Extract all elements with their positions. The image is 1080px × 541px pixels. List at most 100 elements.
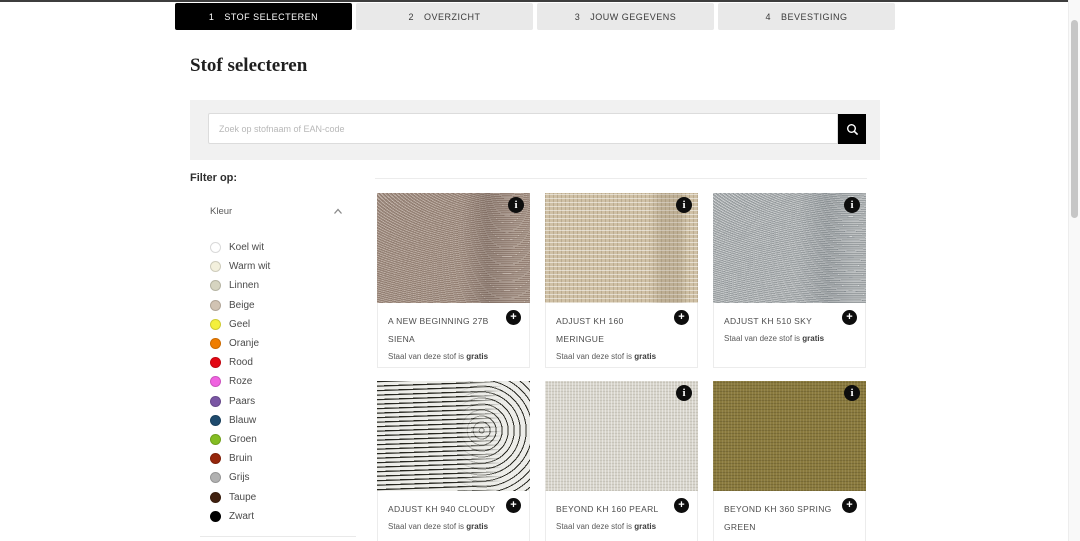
info-icon[interactable]: i — [844, 385, 860, 401]
filter-heading: Filter op: — [190, 172, 237, 184]
color-filter-roze[interactable]: Roze — [210, 372, 270, 391]
color-filter-geel[interactable]: Geel — [210, 315, 270, 334]
color-filter-taupe[interactable]: Taupe — [210, 487, 270, 506]
fabric-card: i ADJUST KH 940 CLOUDY Staal van deze st… — [377, 381, 530, 541]
card-body: BEYOND KH 360 SPRING GREEN Staal van dez… — [714, 491, 865, 541]
color-filter-bruin[interactable]: Bruin — [210, 449, 270, 468]
card-body: ADJUST KH 940 CLOUDY Staal van deze stof… — [378, 491, 529, 531]
add-sample-button[interactable]: + — [842, 498, 857, 513]
fabric-card: i A NEW BEGINNING 27B SIENA Staal van de… — [377, 193, 530, 368]
search-icon — [846, 123, 859, 136]
step-tab-overzicht[interactable]: 2 OVERZICHT — [356, 3, 533, 30]
search-button[interactable] — [838, 114, 866, 144]
color-filter-oranje[interactable]: Oranje — [210, 334, 270, 353]
color-swatch-icon — [210, 376, 221, 387]
color-swatch-icon — [210, 242, 221, 253]
color-filter-list: Koel wit Warm wit Linnen Beige Geel Oran… — [210, 238, 270, 526]
info-icon[interactable]: i — [508, 197, 524, 213]
add-sample-button[interactable]: + — [674, 498, 689, 513]
step-number: 3 — [575, 12, 581, 22]
step-label: JOUW GEGEVENS — [590, 12, 676, 22]
fabric-name: ADJUST KH 940 CLOUDY — [388, 500, 506, 518]
fabric-name: A NEW BEGINNING 27B SIENA — [388, 312, 506, 348]
color-swatch-icon — [210, 415, 221, 426]
color-filter-linnen[interactable]: Linnen — [210, 276, 270, 295]
card-body: A NEW BEGINNING 27B SIENA Staal van deze… — [378, 303, 529, 361]
color-filter-paars[interactable]: Paars — [210, 392, 270, 411]
color-swatch-icon — [210, 472, 221, 483]
fabric-card: i BEYOND KH 160 PEARL Staal van deze sto… — [545, 381, 698, 541]
info-icon[interactable]: i — [844, 197, 860, 213]
card-body: BEYOND KH 160 PEARL Staal van deze stof … — [546, 491, 697, 531]
search-input[interactable] — [208, 113, 838, 144]
fabric-swatch-image[interactable]: i — [545, 193, 698, 303]
fabric-grid: i A NEW BEGINNING 27B SIENA Staal van de… — [377, 193, 867, 541]
add-sample-button[interactable]: + — [506, 498, 521, 513]
color-swatch-icon — [210, 434, 221, 445]
fabric-card: i ADJUST KH 160 MERINGUE Staal van deze … — [545, 193, 698, 368]
color-swatch-icon — [210, 300, 221, 311]
color-filter-rood[interactable]: Rood — [210, 353, 270, 372]
card-body: ADJUST KH 510 SKY Staal van deze stof is… — [714, 303, 865, 343]
filter-group-kleur[interactable]: Kleur — [210, 206, 343, 217]
fabric-name: BEYOND KH 360 SPRING GREEN — [724, 500, 842, 536]
search-panel — [190, 100, 880, 160]
color-swatch-icon — [210, 338, 221, 349]
color-filter-grijs[interactable]: Grijs — [210, 468, 270, 487]
add-sample-button[interactable]: + — [842, 310, 857, 325]
fabric-name: ADJUST KH 510 SKY — [724, 312, 842, 330]
fabric-name: BEYOND KH 160 PEARL — [556, 500, 674, 518]
step-label: STOF SELECTEREN — [224, 12, 318, 22]
fabric-swatch-image[interactable]: i — [377, 381, 530, 491]
card-body: ADJUST KH 160 MERINGUE Staal van deze st… — [546, 303, 697, 361]
step-number: 4 — [765, 12, 771, 22]
color-swatch-icon — [210, 492, 221, 503]
fabric-swatch-image[interactable]: i — [713, 193, 866, 303]
step-tab-stof-selecteren[interactable]: 1 STOF SELECTEREN — [175, 3, 352, 30]
fabric-swatch-image[interactable]: i — [545, 381, 698, 491]
filter-group-label: Kleur — [210, 206, 232, 217]
color-swatch-icon — [210, 396, 221, 407]
fabric-name: ADJUST KH 160 MERINGUE — [556, 312, 674, 348]
step-label: BEVESTIGING — [781, 12, 848, 22]
color-swatch-icon — [210, 357, 221, 368]
chevron-up-icon — [333, 208, 343, 215]
color-filter-blauw[interactable]: Blauw — [210, 411, 270, 430]
step-label: OVERZICHT — [424, 12, 481, 22]
step-tab-jouw-gegevens[interactable]: 3 JOUW GEGEVENS — [537, 3, 714, 30]
color-filter-warm-wit[interactable]: Warm wit — [210, 257, 270, 276]
info-icon[interactable]: i — [676, 385, 692, 401]
step-number: 2 — [408, 12, 414, 22]
fabric-swatch-image[interactable]: i — [377, 193, 530, 303]
fabric-card: i BEYOND KH 360 SPRING GREEN Staal van d… — [713, 381, 866, 541]
color-swatch-icon — [210, 511, 221, 522]
filter-divider — [200, 536, 356, 537]
add-sample-button[interactable]: + — [506, 310, 521, 325]
step-wizard: 1 STOF SELECTEREN 2 OVERZICHT 3 JOUW GEG… — [175, 3, 895, 30]
color-filter-groen[interactable]: Groen — [210, 430, 270, 449]
color-swatch-icon — [210, 261, 221, 272]
fabric-note: Staal van deze stof is gratis — [724, 334, 855, 343]
color-swatch-icon — [210, 280, 221, 291]
step-number: 1 — [209, 12, 215, 22]
fabric-note: Staal van deze stof is gratis — [556, 522, 687, 531]
info-icon[interactable]: i — [676, 197, 692, 213]
fabric-note: Staal van deze stof is gratis — [388, 352, 519, 361]
fabric-note: Staal van deze stof is gratis — [556, 352, 687, 361]
fabric-card: i ADJUST KH 510 SKY Staal van deze stof … — [713, 193, 866, 368]
color-swatch-icon — [210, 319, 221, 330]
fabric-note: Staal van deze stof is gratis — [388, 522, 519, 531]
scrollbar-thumb[interactable] — [1071, 20, 1078, 218]
add-sample-button[interactable]: + — [674, 310, 689, 325]
color-swatch-icon — [210, 453, 221, 464]
top-border-line — [0, 0, 1080, 2]
color-filter-koel-wit[interactable]: Koel wit — [210, 238, 270, 257]
scrollbar[interactable] — [1068, 0, 1080, 541]
color-filter-zwart[interactable]: Zwart — [210, 507, 270, 526]
page-title: Stof selecteren — [190, 55, 307, 77]
step-tab-bevestiging[interactable]: 4 BEVESTIGING — [718, 3, 895, 30]
fabric-swatch-image[interactable]: i — [713, 381, 866, 491]
color-filter-beige[interactable]: Beige — [210, 296, 270, 315]
grid-top-divider — [375, 178, 867, 179]
info-icon[interactable]: i — [508, 385, 524, 401]
